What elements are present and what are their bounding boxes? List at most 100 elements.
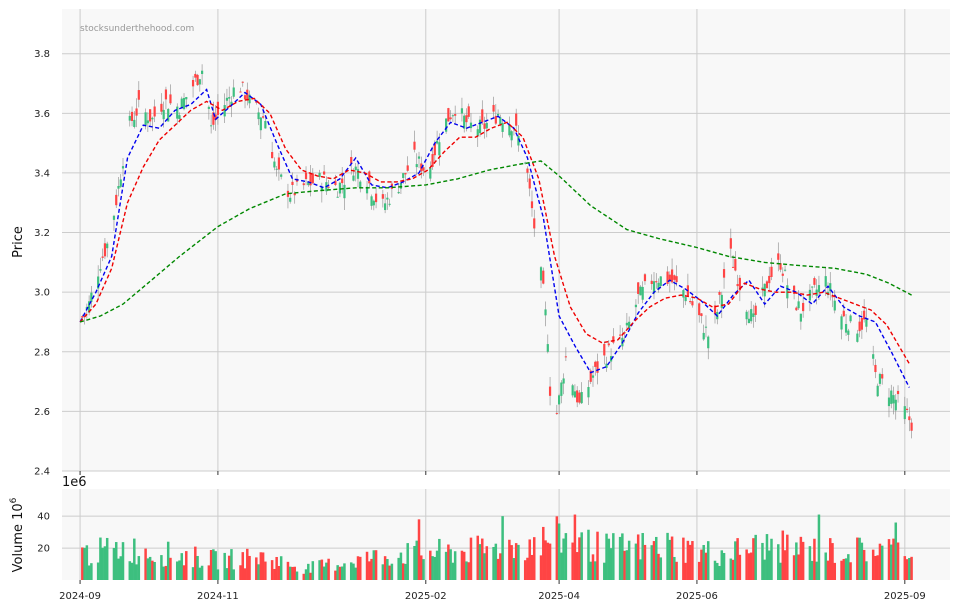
volume-bar — [372, 550, 376, 580]
volume-bar — [874, 555, 877, 580]
volume-bar — [467, 562, 470, 580]
volume-bar — [334, 570, 337, 580]
volume-bar — [905, 559, 909, 580]
candle-body — [571, 385, 574, 396]
volume-bar — [865, 561, 868, 580]
volume-bar — [623, 550, 626, 580]
candle-body — [429, 167, 432, 179]
candle-body — [304, 172, 308, 180]
volume-bar — [786, 534, 789, 580]
volume-bar — [896, 542, 900, 580]
candle-body — [384, 203, 387, 211]
volume-bar — [101, 547, 104, 580]
volume-tick-label: 20 — [37, 544, 50, 555]
candle-body — [460, 108, 464, 114]
volume-bar — [596, 531, 599, 580]
volume-bar — [659, 557, 663, 580]
volume-bar — [365, 551, 369, 580]
candle-body — [261, 116, 265, 118]
volume-bar — [248, 555, 251, 580]
candle-body — [594, 361, 597, 367]
candle-body — [264, 120, 267, 129]
candle-body — [533, 218, 536, 229]
candle-body — [334, 180, 337, 186]
volume-bar — [85, 545, 89, 580]
x-tick-label: 2025-06 — [676, 591, 718, 602]
volume-bar — [589, 561, 592, 580]
volume-bar — [688, 544, 692, 580]
volume-bar — [573, 514, 577, 580]
candle-body — [438, 142, 441, 156]
candle-body — [734, 259, 737, 271]
candle-body — [619, 334, 622, 336]
volume-bar — [749, 552, 753, 580]
candle-body — [162, 109, 165, 120]
volume-bar — [542, 526, 545, 580]
volume-bar — [842, 558, 846, 580]
volume-bar — [243, 568, 247, 580]
volume-bar — [381, 564, 385, 580]
volume-bar — [828, 538, 832, 580]
volume-bar — [413, 545, 416, 580]
volume-bar — [752, 538, 755, 580]
volume-bar — [856, 537, 859, 580]
volume-bar — [887, 539, 891, 580]
candle-body — [318, 172, 321, 177]
volume-bar — [216, 569, 220, 580]
volume-bar — [429, 550, 432, 580]
candle-body — [745, 311, 748, 320]
candle-body — [198, 79, 201, 85]
candle-body — [896, 390, 900, 395]
candle-body — [146, 120, 149, 124]
volume-bar — [747, 553, 751, 580]
volume-bar — [87, 565, 91, 580]
volume-bar — [799, 536, 803, 580]
candle-body — [530, 201, 534, 209]
volume-bar — [734, 541, 737, 580]
volume-bar — [465, 561, 468, 580]
volume-bar — [702, 545, 705, 580]
volume-bar — [815, 561, 818, 580]
volume-bar — [257, 564, 260, 580]
volume-bar — [876, 555, 879, 580]
x-tick-label: 2025-02 — [405, 591, 447, 602]
candle-body — [781, 273, 784, 276]
candle-body — [119, 179, 122, 187]
candle-body — [481, 109, 484, 123]
watermark: stocksunderthehood.com — [80, 24, 194, 34]
candle-body — [587, 387, 590, 398]
candle-body — [750, 309, 753, 322]
candle-body — [210, 125, 213, 127]
candle-body — [273, 161, 276, 168]
candle-body — [144, 112, 147, 126]
candle-body — [415, 164, 418, 168]
volume-bar — [404, 563, 407, 580]
candle-body — [722, 269, 726, 278]
candle-body — [207, 106, 210, 109]
volume-bar — [322, 566, 326, 580]
volume-bar — [908, 557, 911, 580]
volume-bar — [99, 537, 102, 580]
volume-bar — [166, 541, 170, 580]
candle-body — [435, 140, 439, 144]
candle-body — [338, 182, 342, 194]
volume-bar — [639, 559, 642, 580]
volume-bar — [777, 544, 780, 580]
candle-body — [194, 73, 197, 78]
volume-bar — [492, 546, 495, 580]
volume-bar — [433, 556, 437, 580]
candle-body — [765, 281, 769, 289]
candle-body — [149, 109, 152, 122]
volume-bar — [144, 548, 147, 580]
volume-bar — [261, 552, 265, 580]
candle-body — [370, 196, 373, 206]
volume-bar — [514, 543, 518, 580]
candle-body — [239, 91, 242, 93]
volume-bar — [311, 561, 315, 580]
candle-body — [492, 104, 495, 112]
volume-bar — [338, 566, 342, 580]
volume-bar — [578, 537, 581, 580]
candle-body — [243, 95, 247, 100]
volume-bar — [499, 553, 502, 580]
candle-body — [397, 191, 400, 194]
